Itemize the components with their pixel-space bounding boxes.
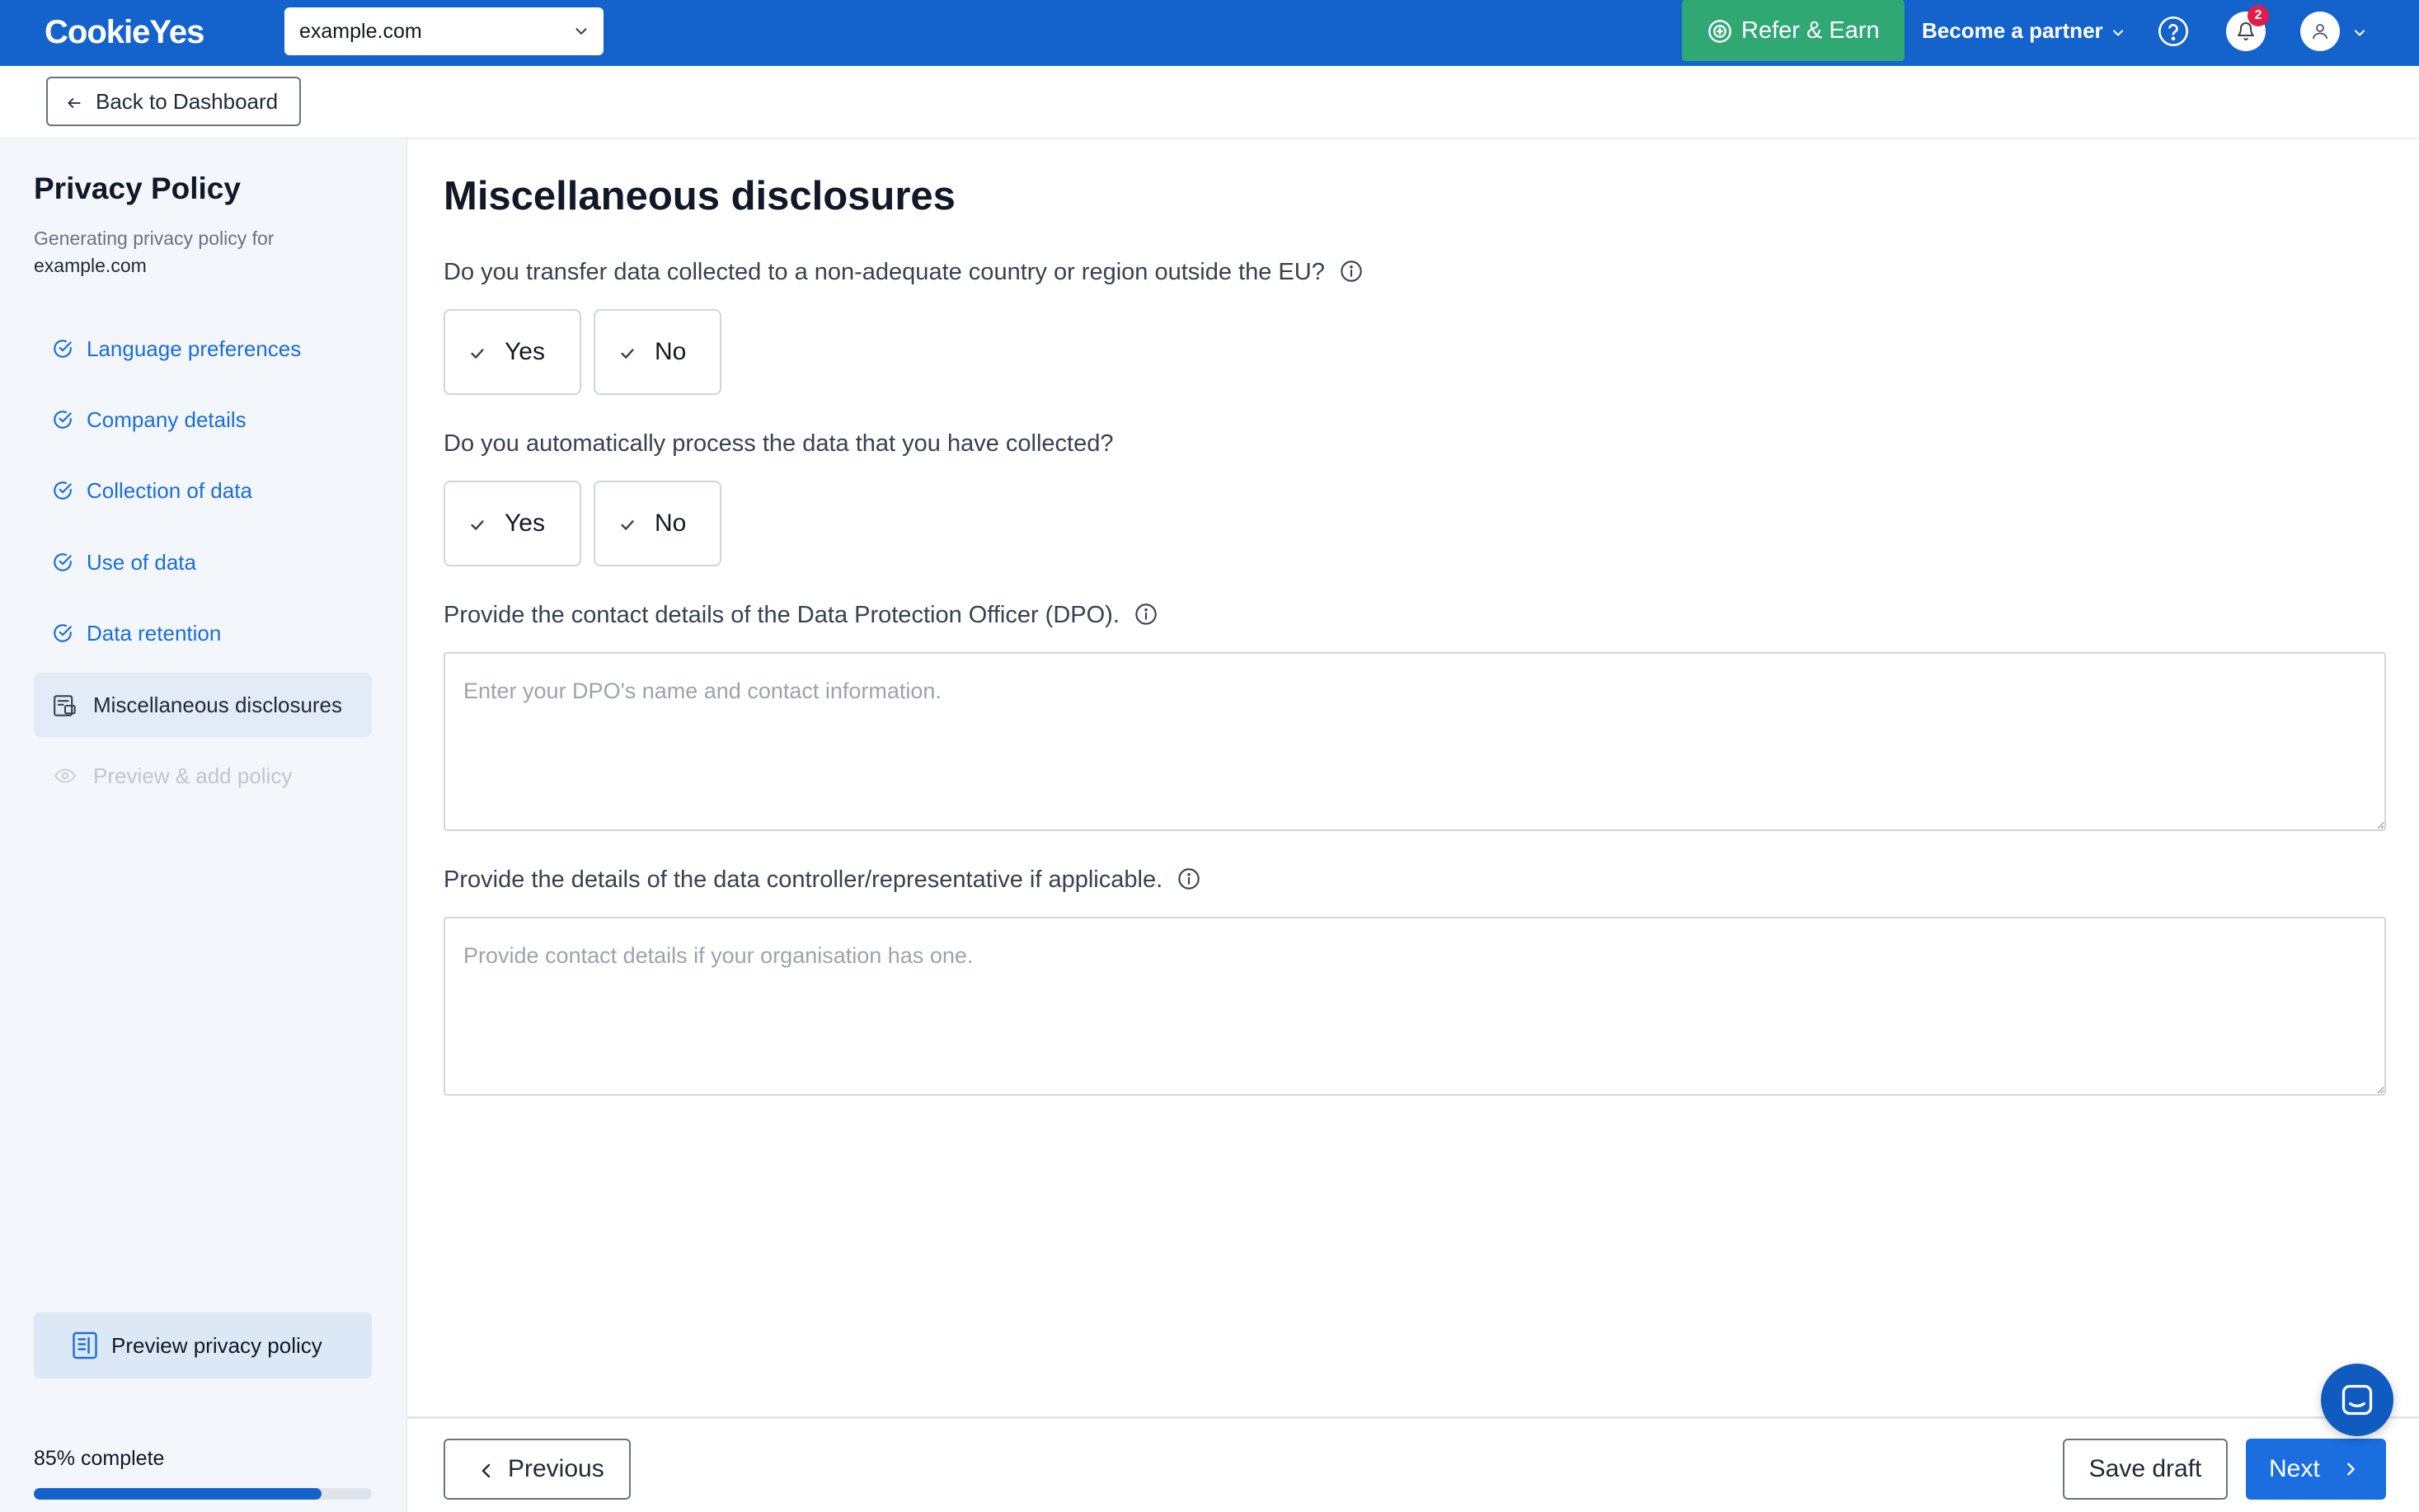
page-title: Miscellaneous disclosures (444, 174, 956, 218)
processing-no-option[interactable]: No (594, 481, 721, 566)
eye-icon (52, 765, 78, 787)
progress-bar (34, 1488, 372, 1500)
sidebar-item-preview-add-policy: Preview & add policy (34, 744, 372, 808)
sidebar-item-miscellaneous-disclosures[interactable]: Miscellaneous disclosures (34, 673, 372, 737)
question-text: Do you transfer data collected to a non-… (444, 259, 1325, 285)
previous-label: Previous (508, 1455, 604, 1482)
question-text: Provide the contact details of the Data … (444, 602, 1120, 628)
user-avatar[interactable] (2300, 12, 2340, 51)
sidebar-domain: example.com (34, 255, 147, 276)
previous-button[interactable]: Previous (444, 1439, 631, 1500)
question-text: Do you automatically process the data th… (444, 430, 1114, 457)
question-data-controller: Provide the details of the data controll… (444, 866, 1200, 894)
check-circle-icon (52, 480, 73, 501)
refer-earn-button[interactable]: Refer & Earn (1682, 0, 1905, 61)
preview-privacy-policy-button[interactable]: Preview privacy policy (34, 1312, 372, 1378)
option-label: Yes (505, 338, 545, 365)
cookieyes-logo[interactable]: CookieYes (45, 12, 204, 53)
info-icon[interactable] (1340, 260, 1363, 283)
back-to-dashboard-button[interactable]: Back to Dashboard (46, 77, 301, 126)
chat-icon (2341, 1384, 2373, 1416)
sidebar-item-label: Company details (87, 407, 247, 432)
question-text: Provide the details of the data controll… (444, 866, 1163, 893)
sidebar-item-collection-of-data[interactable]: Collection of data (34, 458, 372, 523)
next-label: Next (2269, 1455, 2320, 1482)
check-circle-icon (52, 552, 73, 573)
preview-privacy-policy-label: Preview privacy policy (111, 1333, 322, 1358)
check-icon (621, 349, 634, 359)
question-automatic-processing: Do you automatically process the data th… (444, 430, 1113, 458)
progress-bar-fill (34, 1488, 322, 1500)
document-icon (52, 694, 78, 717)
question-transfer-data: Do you transfer data collected to a non-… (444, 259, 1363, 286)
sidebar-item-language-preferences[interactable]: Language preferences (34, 317, 372, 381)
sidebar-item-use-of-data[interactable]: Use of data (34, 530, 372, 594)
transfer-no-option[interactable]: No (594, 309, 721, 395)
gift-coin-icon (1707, 18, 1733, 45)
notification-count-badge: 2 (2248, 5, 2269, 26)
chevron-right-icon (2347, 1463, 2355, 1476)
data-controller-textarea[interactable] (444, 917, 2386, 1096)
sub-header: Back to Dashboard (0, 66, 2419, 139)
top-navbar: CookieYes example.com Refer & Earn Becom… (0, 0, 2419, 66)
chevron-down-icon (572, 22, 590, 40)
become-partner-label: Become a partner (1922, 18, 2103, 43)
refer-earn-label: Refer & Earn (1741, 17, 1880, 44)
sidebar-item-label: Miscellaneous disclosures (93, 693, 343, 717)
footer-bar: Previous Save draft Next (407, 1416, 2419, 1512)
sidebar-item-label: Preview & add policy (93, 763, 293, 788)
check-icon (621, 520, 634, 530)
option-label: No (655, 338, 687, 365)
progress-label: 85% complete (34, 1447, 165, 1470)
next-button[interactable]: Next (2246, 1439, 2386, 1500)
document-preview-icon (73, 1331, 97, 1359)
chevron-down-icon (2110, 25, 2126, 41)
domain-select-value: example.com (299, 20, 422, 43)
chevron-down-icon[interactable] (2351, 25, 2368, 41)
sidebar: Privacy Policy Generating privacy policy… (0, 139, 407, 1512)
check-circle-icon (52, 338, 73, 359)
check-icon (471, 520, 484, 530)
chat-support-button[interactable] (2321, 1364, 2393, 1436)
back-to-dashboard-label: Back to Dashboard (96, 89, 279, 114)
sidebar-subtitle: Generating privacy policy for (34, 228, 275, 249)
check-icon (471, 349, 484, 359)
info-icon[interactable] (1134, 603, 1158, 626)
processing-yes-option[interactable]: Yes (444, 481, 581, 566)
option-label: No (655, 509, 687, 537)
sidebar-item-label: Use of data (87, 550, 196, 575)
option-label: Yes (505, 509, 545, 537)
dpo-contact-textarea[interactable] (444, 652, 2386, 831)
help-icon[interactable] (2157, 15, 2190, 48)
question-dpo-contact: Provide the contact details of the Data … (444, 602, 1158, 629)
domain-select[interactable]: example.com (284, 7, 604, 55)
sidebar-item-label: Collection of data (87, 478, 252, 503)
check-circle-icon (52, 409, 73, 430)
save-draft-button[interactable]: Save draft (2063, 1439, 2228, 1500)
save-draft-label: Save draft (2088, 1455, 2202, 1482)
arrow-left-icon (68, 98, 81, 108)
transfer-yes-option[interactable]: Yes (444, 309, 581, 395)
sidebar-item-label: Data retention (87, 621, 222, 646)
sidebar-title: Privacy Policy (34, 171, 241, 205)
info-icon[interactable] (1177, 867, 1200, 890)
sidebar-item-label: Language preferences (87, 336, 302, 361)
sidebar-item-data-retention[interactable]: Data retention (34, 601, 372, 665)
chevron-left-icon (481, 1463, 491, 1478)
sidebar-item-company-details[interactable]: Company details (34, 387, 372, 452)
check-circle-icon (52, 622, 73, 644)
